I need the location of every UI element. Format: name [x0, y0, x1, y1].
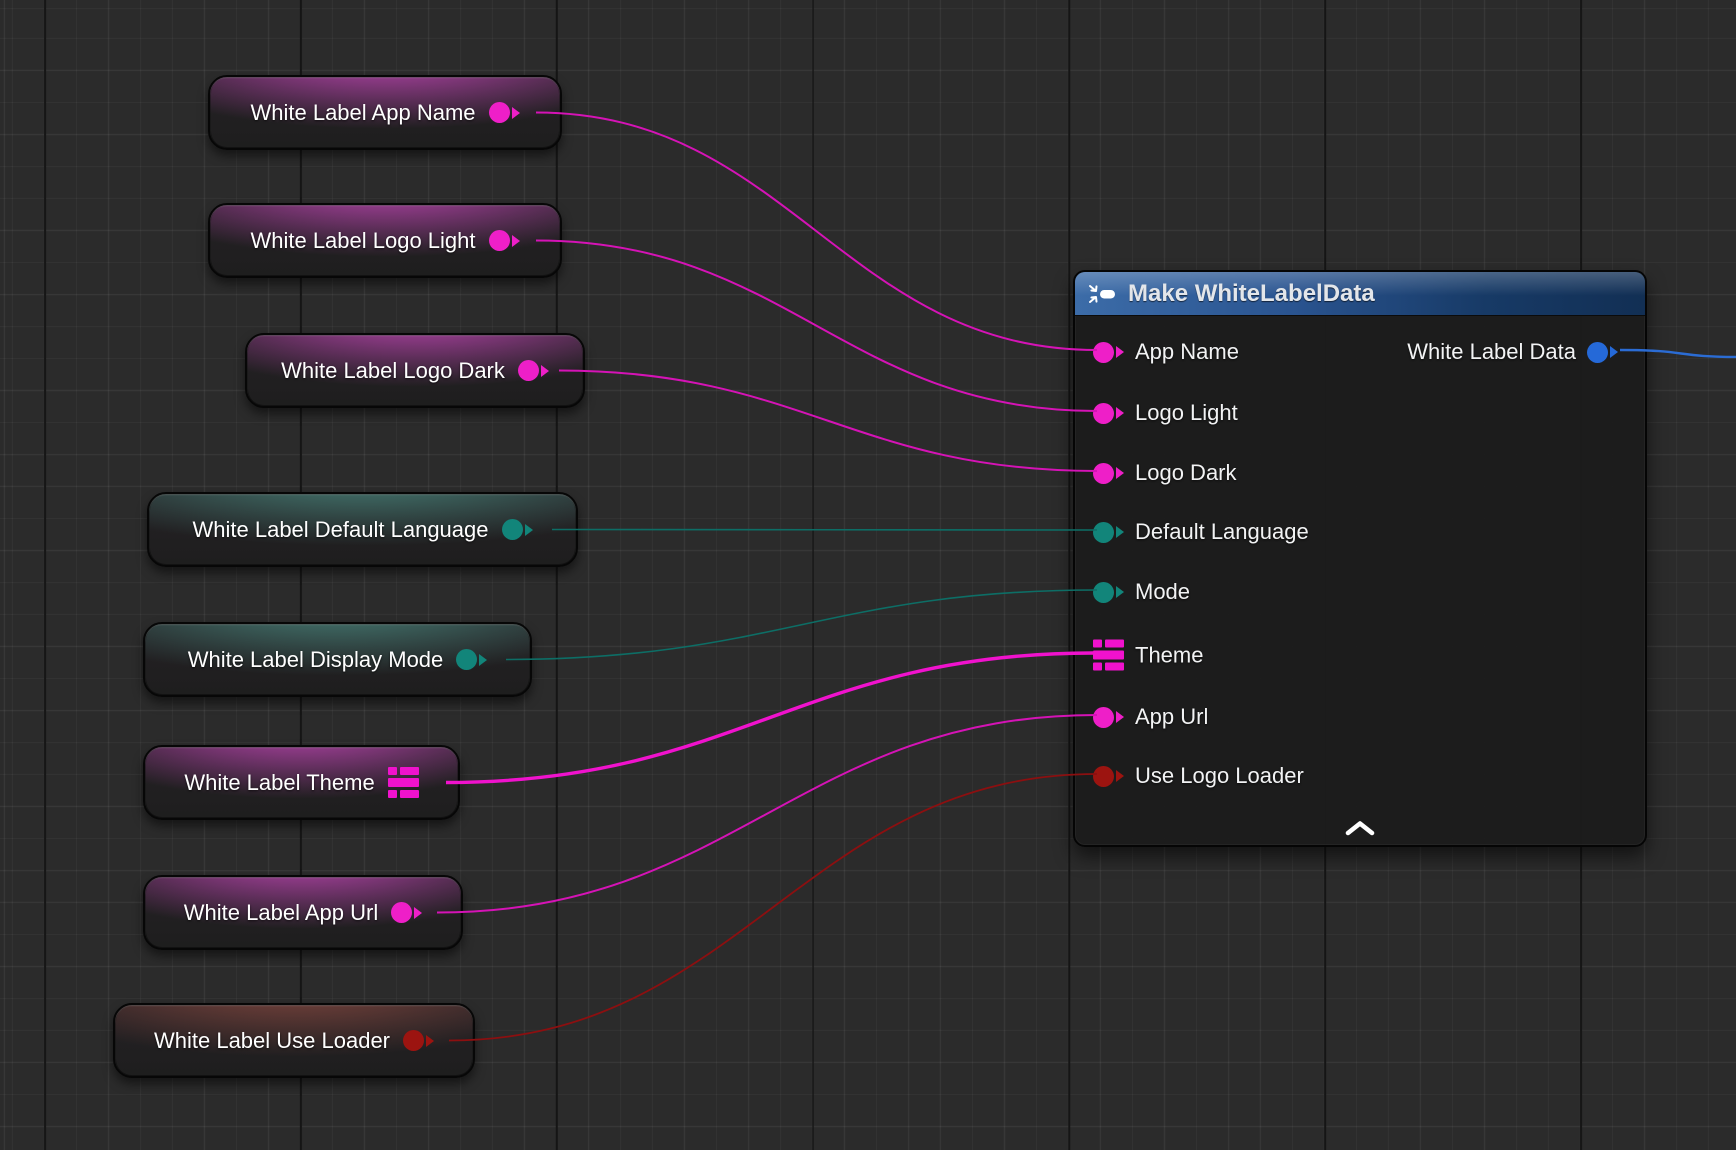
input-pin-logo-dark[interactable]	[1093, 463, 1124, 484]
input-pin-row-default-language: Default Language	[1093, 519, 1309, 545]
make-node-header[interactable]: Make WhiteLabelData	[1075, 272, 1645, 316]
input-pin-label: Use Logo Loader	[1135, 763, 1304, 789]
input-pin-app-name[interactable]	[1093, 342, 1124, 363]
var-node-white-label-logo-light[interactable]: White Label Logo Light	[208, 203, 562, 278]
input-pin-label: Default Language	[1135, 519, 1309, 545]
output-pin-white-label-app-name[interactable]	[489, 102, 520, 123]
var-node-label: White Label Display Mode	[188, 647, 444, 673]
input-pin-row-theme: Theme	[1093, 640, 1203, 671]
blueprint-graph-canvas[interactable]: Make WhiteLabelData App Name Logo Light Lo…	[0, 0, 1736, 1150]
output-pin-white-label-use-loader[interactable]	[403, 1030, 434, 1051]
var-node-white-label-app-url[interactable]: White Label App Url	[143, 875, 463, 950]
make-whitelabeldata-node[interactable]: Make WhiteLabelData App Name Logo Light Lo…	[1073, 270, 1647, 847]
var-node-white-label-app-name[interactable]: White Label App Name	[208, 75, 562, 150]
output-pin-row-white-label-data: White Label Data	[1407, 339, 1618, 365]
var-node-white-label-default-language[interactable]: White Label Default Language	[147, 492, 578, 567]
var-node-white-label-logo-dark[interactable]: White Label Logo Dark	[245, 333, 585, 408]
make-struct-icon	[1088, 283, 1118, 305]
var-node-label: White Label Default Language	[193, 517, 489, 543]
output-pin-white-label-display-mode[interactable]	[456, 649, 487, 670]
output-pin-white-label-logo-light[interactable]	[489, 230, 520, 251]
var-node-label: White Label Theme	[184, 770, 374, 796]
struct-grid-icon	[388, 767, 419, 798]
output-pin-white-label-default-language[interactable]	[502, 519, 533, 540]
var-node-label: White Label App Url	[184, 900, 378, 926]
output-pin-white-label-app-url[interactable]	[391, 902, 422, 923]
input-pin-use-logo-loader[interactable]	[1093, 766, 1124, 787]
output-pin-white-label-theme[interactable]	[388, 767, 419, 798]
output-pin-white-label-logo-dark[interactable]	[518, 360, 549, 381]
input-pin-mode[interactable]	[1093, 582, 1124, 603]
input-pin-theme[interactable]	[1093, 640, 1124, 671]
input-pin-row-mode: Mode	[1093, 579, 1190, 605]
var-node-label: White Label Use Loader	[154, 1028, 390, 1054]
make-node-title: Make WhiteLabelData	[1128, 280, 1375, 308]
input-pin-app-url[interactable]	[1093, 707, 1124, 728]
var-node-white-label-theme[interactable]: White Label Theme	[143, 745, 460, 820]
input-pin-row-app-url: App Url	[1093, 704, 1208, 730]
struct-grid-icon	[1093, 640, 1124, 671]
input-pin-label: Mode	[1135, 579, 1190, 605]
input-pin-default-language[interactable]	[1093, 522, 1124, 543]
output-pin-label: White Label Data	[1407, 339, 1576, 365]
var-node-white-label-use-loader[interactable]: White Label Use Loader	[113, 1003, 475, 1078]
input-pin-label: Logo Light	[1135, 400, 1238, 426]
var-node-white-label-display-mode[interactable]: White Label Display Mode	[143, 622, 532, 697]
input-pin-logo-light[interactable]	[1093, 403, 1124, 424]
input-pin-row-use-logo-loader: Use Logo Loader	[1093, 763, 1304, 789]
input-pin-row-app-name: App Name	[1093, 339, 1239, 365]
nodes-layer: Make WhiteLabelData App Name Logo Light Lo…	[0, 0, 1736, 1150]
var-node-label: White Label Logo Light	[250, 228, 475, 254]
input-pin-label: Theme	[1135, 642, 1203, 668]
input-pin-row-logo-dark: Logo Dark	[1093, 460, 1237, 486]
white-label-data-output-pin[interactable]	[1587, 342, 1618, 363]
input-pin-label: Logo Dark	[1135, 460, 1237, 486]
input-pin-label: App Url	[1135, 704, 1208, 730]
var-node-label: White Label Logo Dark	[281, 358, 505, 384]
input-pin-label: App Name	[1135, 339, 1239, 365]
var-node-label: White Label App Name	[250, 100, 475, 126]
input-pin-row-logo-light: Logo Light	[1093, 400, 1238, 426]
collapse-chevron-icon[interactable]	[1328, 817, 1392, 839]
